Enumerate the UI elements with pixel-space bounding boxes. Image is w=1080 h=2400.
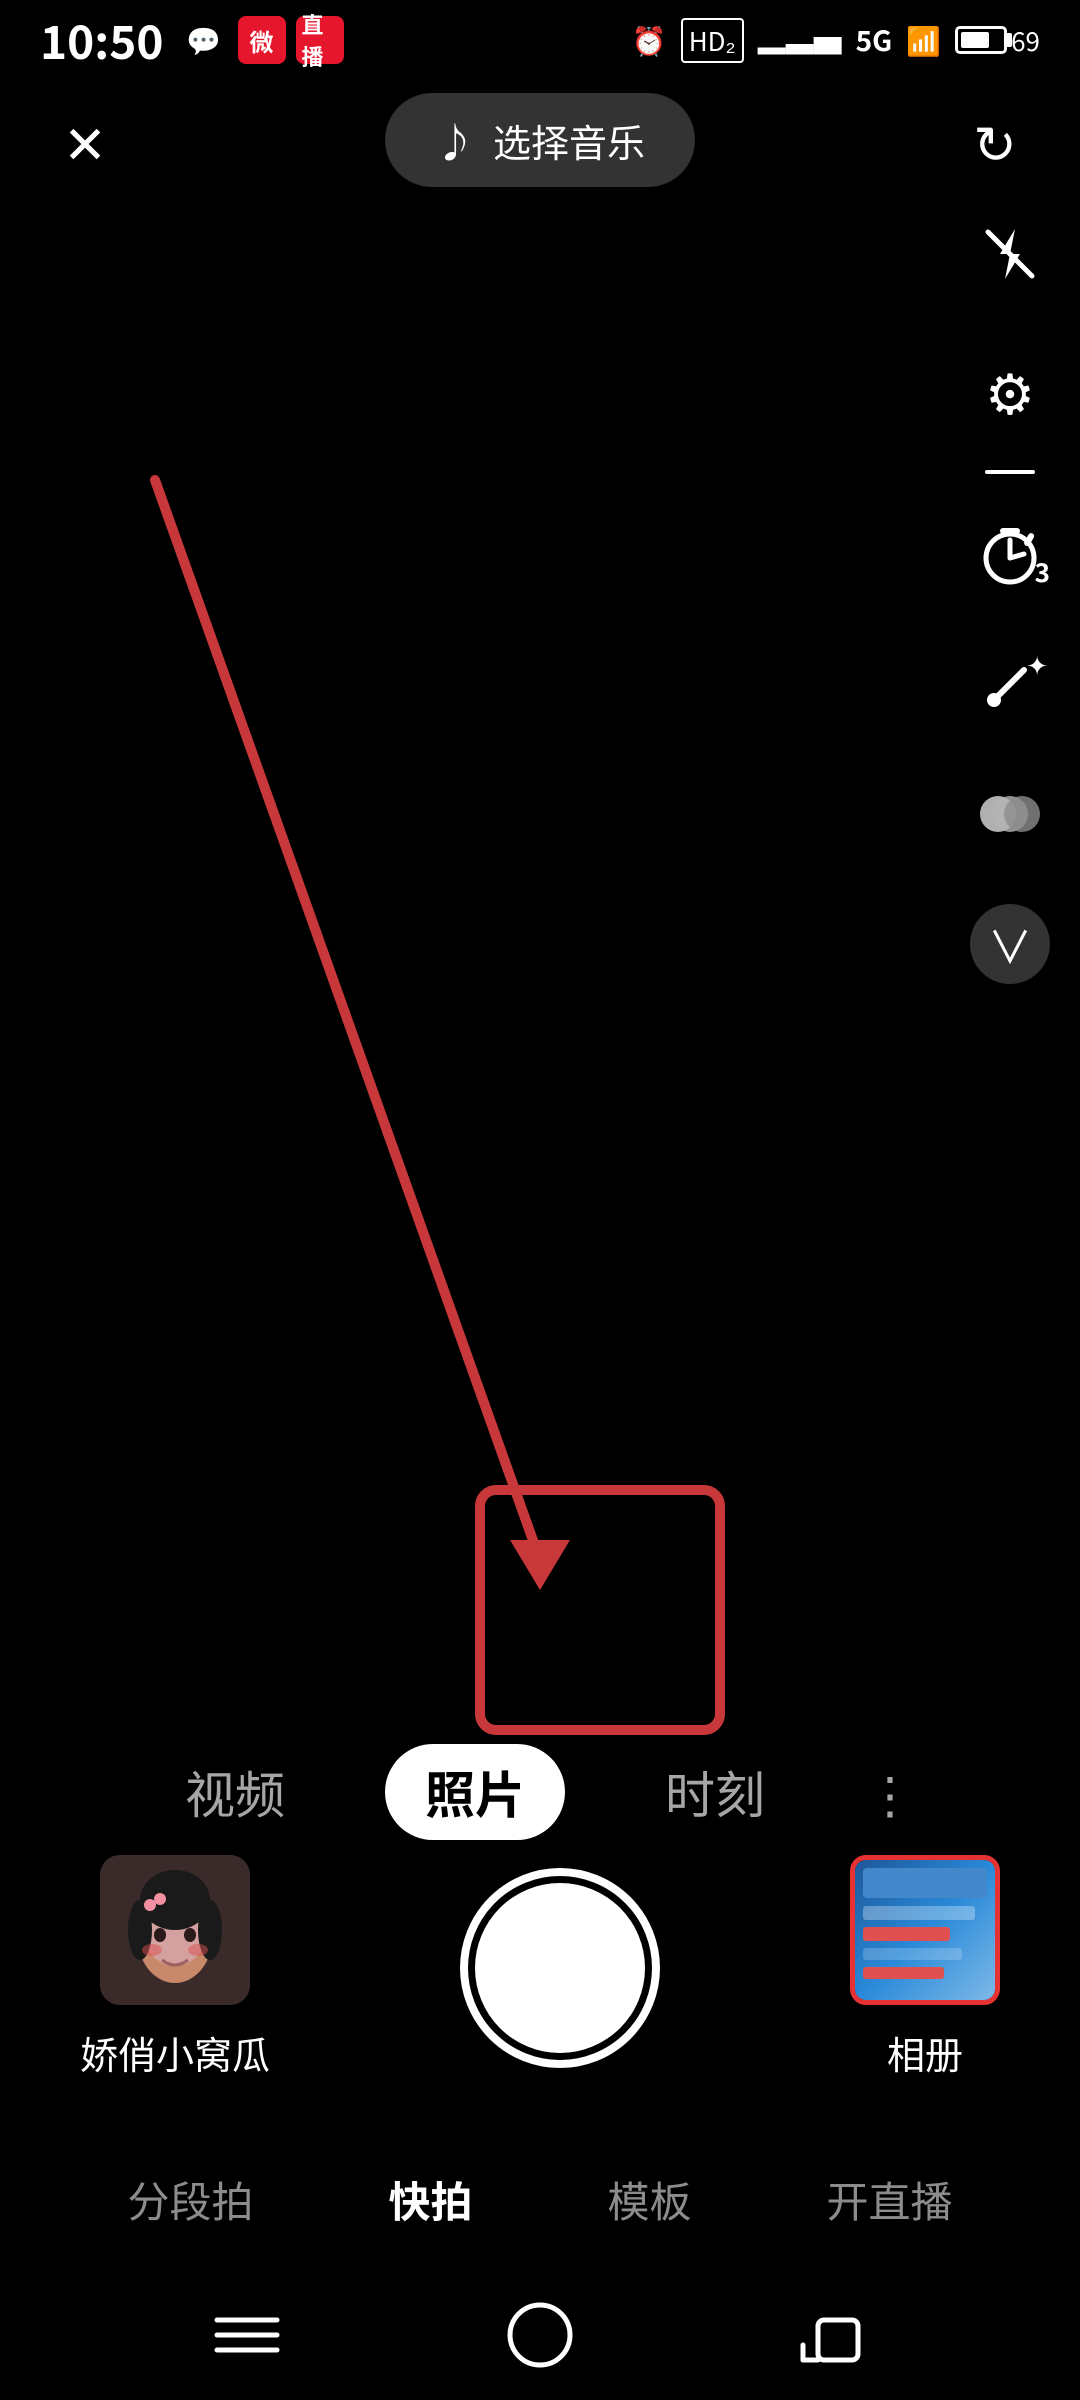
status-time: 10:50 — [40, 7, 164, 73]
album-thumbnail — [850, 1855, 1000, 2005]
more-modes-icon[interactable]: ⋮ — [865, 1756, 915, 1828]
wifi-icon: 📶 — [906, 20, 941, 60]
status-bar: 10:50 💬 微 直播 ⏰ HD₂ ▂▃▅ 5G 📶 69 — [0, 0, 1080, 80]
nav-menu-button[interactable] — [207, 2295, 287, 2375]
close-icon: ✕ — [63, 103, 107, 178]
filter-button[interactable] — [970, 774, 1050, 854]
zhibo-icon: 直播 — [296, 16, 344, 64]
music-label: 选择音乐 — [493, 113, 645, 168]
close-button[interactable]: ✕ — [50, 105, 120, 175]
toolbar-divider — [985, 470, 1035, 474]
shutter-button[interactable] — [460, 1868, 660, 2068]
battery-indicator: 69 — [955, 22, 1040, 59]
mode-live[interactable]: 开直播 — [806, 2159, 972, 2240]
right-toolbar: ⚙ 3 ✦ ∨ — [970, 220, 1050, 984]
tab-moment[interactable]: 时刻 — [645, 1746, 785, 1838]
bottom-mode-bar: 分段拍 快拍 模板 开直播 — [0, 2159, 1080, 2240]
status-app-icons: 💬 微 直播 — [180, 16, 344, 64]
album-button[interactable]: 相册 — [850, 1855, 1000, 2080]
user-name: 娇俏小窝瓜 — [80, 2025, 270, 2080]
alarm-icon: ⏰ — [632, 20, 667, 60]
sparkle-icon: ✦ — [1026, 646, 1048, 683]
album-label: 相册 — [887, 2025, 963, 2080]
flash-button[interactable] — [970, 220, 1050, 300]
tab-photo[interactable]: 照片 — [385, 1744, 565, 1840]
weibo-icon: 微 — [238, 16, 286, 64]
beauty-button[interactable]: ✦ — [970, 644, 1050, 724]
network-5g: 5G — [856, 20, 893, 60]
top-bar: ✕ ♪ 选择音乐 ↻ — [0, 80, 1080, 200]
flip-camera-icon: ↻ — [973, 103, 1017, 178]
flip-camera-button[interactable]: ↻ — [960, 105, 1030, 175]
home-icon — [505, 2300, 575, 2370]
shutter-inner — [475, 1883, 645, 2053]
settings-button[interactable]: ⚙ — [970, 350, 1050, 430]
mode-segment[interactable]: 分段拍 — [107, 2159, 273, 2240]
timer-button[interactable]: 3 — [970, 514, 1050, 594]
tab-video[interactable]: 视频 — [165, 1746, 305, 1838]
mode-tabs: 视频 照片 时刻 ⋮ — [0, 1744, 1080, 1840]
expand-icon: ∨ — [988, 912, 1032, 976]
status-right: ⏰ HD₂ ▂▃▅ 5G 📶 69 — [632, 18, 1040, 63]
menu-icon — [212, 2310, 282, 2360]
battery-bar — [955, 26, 1007, 54]
nav-home-button[interactable] — [500, 2295, 580, 2375]
bottom-controls: 娇俏小窝瓜 相册 — [0, 1855, 1080, 2080]
expand-button[interactable]: ∨ — [970, 904, 1050, 984]
battery-percent: 69 — [1011, 22, 1040, 59]
mode-quick[interactable]: 快拍 — [368, 2159, 492, 2240]
battery-fill — [961, 32, 989, 48]
timer-number: 3 — [1035, 553, 1050, 590]
status-left: 10:50 💬 微 直播 — [40, 7, 344, 73]
music-select-button[interactable]: ♪ 选择音乐 — [385, 93, 695, 187]
nav-back-button[interactable] — [793, 2295, 873, 2375]
message-icon: 💬 — [180, 16, 228, 64]
system-nav-bar — [0, 2270, 1080, 2400]
mode-template[interactable]: 模板 — [587, 2159, 711, 2240]
hd-indicator: HD₂ — [681, 18, 744, 63]
signal-bars: ▂▃▅ — [758, 20, 842, 60]
user-avatar-button[interactable]: 娇俏小窝瓜 — [80, 1855, 270, 2080]
back-icon — [798, 2300, 868, 2370]
avatar-image — [100, 1855, 250, 2005]
gear-icon: ⚙ — [985, 350, 1035, 431]
filter-icon — [974, 778, 1046, 850]
flash-icon — [980, 221, 1040, 300]
music-note-icon: ♪ — [435, 111, 475, 169]
